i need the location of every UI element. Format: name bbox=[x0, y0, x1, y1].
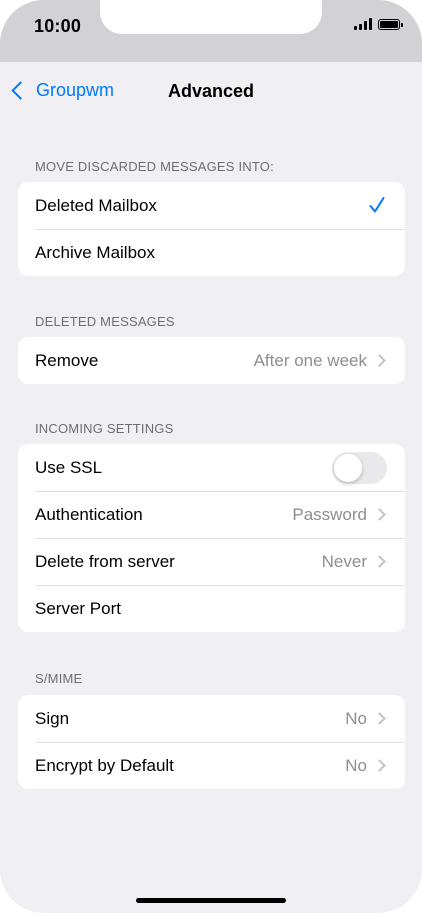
row-label: Archive Mailbox bbox=[35, 242, 155, 262]
row-label: Sign bbox=[35, 708, 70, 728]
row-value: After one week bbox=[253, 350, 367, 370]
row-label: Deleted Mailbox bbox=[35, 195, 157, 215]
option-archive-mailbox[interactable]: Archive Mailbox bbox=[18, 229, 405, 276]
deleted-messages-group: Remove After one week bbox=[18, 337, 405, 384]
status-icons bbox=[354, 18, 403, 30]
page-title: Advanced bbox=[167, 81, 255, 101]
status-time: 10:00 bbox=[34, 16, 82, 36]
remove-row[interactable]: Remove After one week bbox=[18, 337, 405, 384]
status-bar: 10:00 bbox=[0, 0, 422, 62]
row-label: Use SSL bbox=[35, 457, 103, 477]
notch bbox=[100, 0, 322, 34]
row-value: No bbox=[345, 755, 367, 775]
battery-icon bbox=[378, 18, 403, 30]
option-deleted-mailbox[interactable]: Deleted Mailbox bbox=[18, 182, 405, 229]
row-label: Authentication bbox=[35, 504, 143, 524]
authentication-row[interactable]: Authentication Password bbox=[18, 491, 405, 538]
row-label: Encrypt by Default bbox=[35, 755, 174, 775]
smime-group: Sign No Encrypt by Default No bbox=[18, 695, 405, 789]
chevron-right-icon bbox=[373, 354, 386, 367]
row-value: No bbox=[345, 708, 367, 728]
section-header-smime: S/MIME bbox=[35, 671, 83, 686]
navigation-bar: Groupwm Advanced bbox=[0, 62, 422, 122]
phone-screen: 10:00 Groupwm Advanced MOVE DISCARDED ME… bbox=[0, 0, 422, 913]
move-discarded-group: Deleted Mailbox Archive Mailbox bbox=[18, 182, 405, 276]
chevron-right-icon bbox=[373, 712, 386, 725]
use-ssl-toggle[interactable] bbox=[332, 452, 387, 484]
delete-from-server-row[interactable]: Delete from server Never bbox=[18, 538, 405, 585]
section-header-move-discarded: MOVE DISCARDED MESSAGES INTO: bbox=[35, 159, 274, 174]
chevron-right-icon bbox=[373, 508, 386, 521]
section-header-incoming-settings: INCOMING SETTINGS bbox=[35, 421, 174, 436]
row-label: Remove bbox=[35, 350, 99, 370]
row-label: Delete from server bbox=[35, 551, 175, 571]
encrypt-by-default-row[interactable]: Encrypt by Default No bbox=[18, 742, 405, 789]
row-value: Never bbox=[321, 551, 367, 571]
section-header-deleted-messages: DELETED MESSAGES bbox=[35, 314, 175, 329]
chevron-right-icon bbox=[373, 759, 386, 772]
checkmark-icon bbox=[369, 197, 385, 213]
row-label: Server Port bbox=[35, 598, 121, 618]
chevron-right-icon bbox=[373, 555, 386, 568]
use-ssl-row: Use SSL bbox=[18, 444, 405, 491]
row-value: Password bbox=[292, 504, 367, 524]
home-indicator[interactable] bbox=[136, 898, 286, 903]
toggle-knob bbox=[334, 454, 362, 482]
cellular-signal-icon bbox=[354, 18, 372, 30]
incoming-settings-group: Use SSL Authentication Password Delete f… bbox=[18, 444, 405, 632]
sign-row[interactable]: Sign No bbox=[18, 695, 405, 742]
server-port-row[interactable]: Server Port bbox=[18, 585, 405, 632]
